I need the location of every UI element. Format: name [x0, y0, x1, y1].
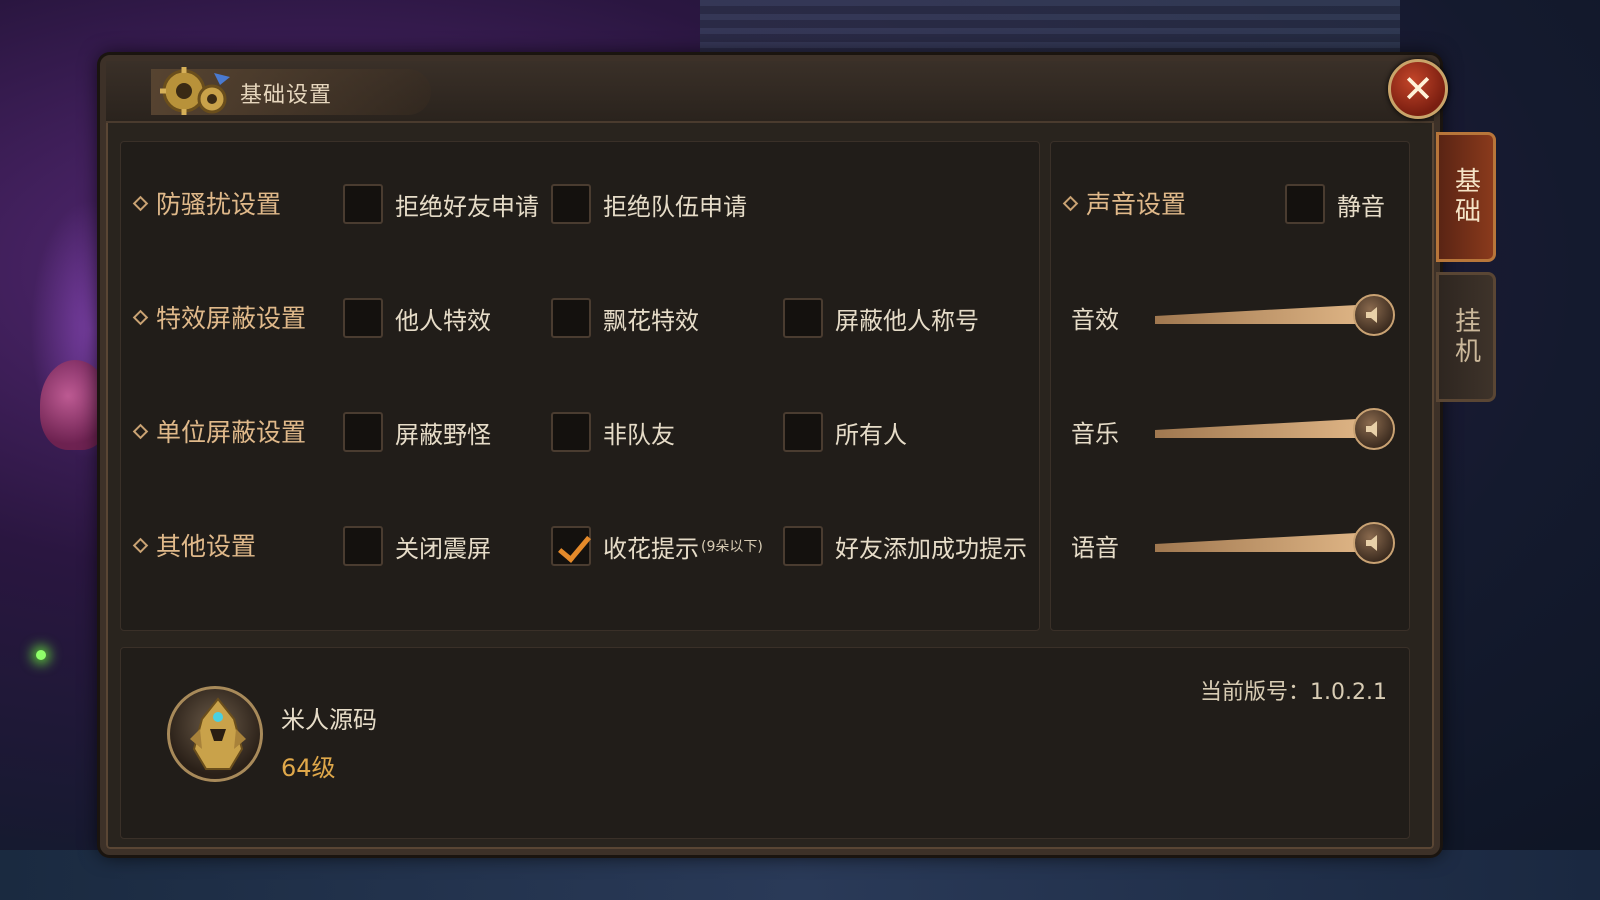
close-icon: ✕: [1402, 67, 1434, 111]
option-non-teammates[interactable]: 非队友: [551, 412, 675, 452]
diamond-icon: [1062, 195, 1079, 211]
checkbox[interactable]: [551, 412, 591, 452]
sound-settings-section: 声音设置 静音 音效 音乐 语音: [1050, 141, 1410, 631]
row-label-anti-harass: 防骚扰设置: [132, 185, 281, 221]
row-label-sound: 声音设置: [1062, 185, 1186, 221]
option-flower-effects[interactable]: 飘花特效: [551, 298, 699, 338]
background-firefly: [36, 650, 46, 660]
option-hide-titles[interactable]: 屏蔽他人称号: [783, 298, 979, 338]
close-button[interactable]: ✕: [1388, 59, 1448, 119]
speaker-icon[interactable]: [1353, 522, 1395, 564]
player-level: 64级: [281, 754, 336, 782]
option-reject-team[interactable]: 拒绝队伍申请: [551, 184, 747, 224]
checkbox[interactable]: [343, 412, 383, 452]
diamond-icon: [132, 423, 149, 439]
checkbox[interactable]: [783, 526, 823, 566]
checkbox[interactable]: [783, 412, 823, 452]
slider-label-music: 音乐: [1071, 420, 1119, 448]
checkbox[interactable]: [551, 184, 591, 224]
option-everyone[interactable]: 所有人: [783, 412, 907, 452]
display-settings-section: 防骚扰设置 拒绝好友申请 拒绝队伍申请 特效屏蔽设置 他人特效 飘花特效 屏蔽他…: [120, 141, 1040, 631]
option-friend-added-notice[interactable]: 好友添加成功提示: [783, 526, 1027, 566]
checkbox[interactable]: [343, 298, 383, 338]
profile-section: 米人源码 64级 当前版号：1.0.2.1: [120, 647, 1410, 839]
checkbox[interactable]: [783, 298, 823, 338]
option-hide-monsters[interactable]: 屏蔽野怪: [343, 412, 491, 452]
settings-panel: 基础设置 ✕ 防骚扰设置 拒绝好友申请 拒绝队伍申请 特效屏蔽设置 他人特效 飘…: [100, 55, 1448, 855]
background-stairs: [700, 0, 1400, 60]
diamond-icon: [132, 195, 149, 211]
voice-volume-slider[interactable]: [1155, 522, 1395, 564]
sfx-volume-slider[interactable]: [1155, 294, 1395, 336]
avatar[interactable]: [167, 686, 263, 782]
row-label-effects: 特效屏蔽设置: [132, 299, 306, 335]
gear-icon: [160, 67, 230, 115]
background-ground: [0, 850, 1600, 900]
tab-basic[interactable]: 基础: [1436, 132, 1496, 262]
slider-label-voice: 语音: [1071, 534, 1119, 562]
checkbox-checked[interactable]: [551, 526, 591, 566]
speaker-icon[interactable]: [1353, 294, 1395, 336]
checkbox[interactable]: [1285, 184, 1325, 224]
checkbox[interactable]: [551, 298, 591, 338]
slider-label-sfx: 音效: [1071, 306, 1119, 334]
option-mute[interactable]: 静音: [1285, 184, 1385, 224]
panel-header: 基础设置 ✕: [106, 59, 1448, 123]
option-disable-shake[interactable]: 关闭震屏: [343, 526, 491, 566]
diamond-icon: [132, 309, 149, 325]
option-flower-notice[interactable]: 收花提示 (9朵以下): [551, 526, 763, 566]
speaker-icon[interactable]: [1353, 408, 1395, 450]
player-name: 米人源码: [281, 706, 377, 734]
diamond-icon: [132, 537, 149, 553]
checkbox[interactable]: [343, 184, 383, 224]
slider-track[interactable]: [1155, 418, 1375, 438]
version-label: 当前版号：1.0.2.1: [1200, 680, 1387, 705]
panel-title: 基础设置: [240, 83, 333, 108]
option-reject-friend[interactable]: 拒绝好友申请: [343, 184, 539, 224]
row-label-other: 其他设置: [132, 527, 256, 563]
helmet-icon: [190, 697, 246, 770]
slider-track[interactable]: [1155, 532, 1375, 552]
music-volume-slider[interactable]: [1155, 408, 1395, 450]
checkbox[interactable]: [343, 526, 383, 566]
flower-notice-note: (9朵以下): [701, 539, 763, 555]
tab-idle[interactable]: 挂机: [1436, 272, 1496, 402]
option-others-effects[interactable]: 他人特效: [343, 298, 491, 338]
slider-track[interactable]: [1155, 304, 1375, 324]
row-label-units: 单位屏蔽设置: [132, 413, 306, 449]
